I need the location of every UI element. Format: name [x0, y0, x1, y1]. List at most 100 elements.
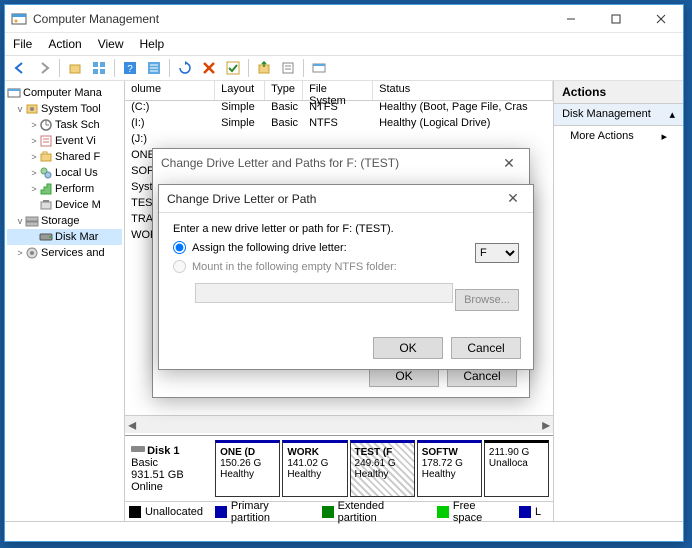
partition[interactable]: SOFTW178.72 GHealthy	[417, 440, 482, 497]
legend-swatch	[437, 506, 449, 518]
table-row[interactable]: (C:)SimpleBasicNTFSHealthy (Boot, Page F…	[125, 101, 553, 117]
cancel-button[interactable]: Cancel	[451, 337, 521, 359]
tree-item[interactable]: >Perform	[7, 181, 122, 197]
refresh-icon[interactable]	[174, 57, 196, 79]
legend-label: Extended partition	[338, 500, 425, 524]
list-icon[interactable]	[143, 57, 165, 79]
partition[interactable]: 211.90 GUnalloca	[484, 440, 549, 497]
disk-icon	[131, 444, 145, 457]
toolbar-separator	[303, 59, 304, 77]
tree-item[interactable]: >Services and	[7, 245, 122, 261]
col-status[interactable]: Status	[373, 81, 553, 100]
tree-icon	[39, 150, 53, 164]
disk-info: Disk 1 Basic 931.51 GB Online	[129, 440, 211, 497]
settings-icon[interactable]	[308, 57, 330, 79]
actions-panel: Actions Disk Management ▴ More Actions ▸	[553, 81, 683, 521]
maximize-button[interactable]	[593, 5, 638, 33]
menu-file[interactable]: File	[13, 37, 32, 51]
legend-label: L	[535, 506, 541, 518]
actions-header: Actions	[554, 81, 683, 104]
delete-icon[interactable]	[198, 57, 220, 79]
table-row[interactable]: (J:)	[125, 133, 553, 149]
close-icon[interactable]: ✕	[501, 187, 525, 211]
window-title: Computer Management	[33, 12, 548, 26]
close-icon[interactable]: ✕	[497, 151, 521, 175]
actions-section[interactable]: Disk Management ▴	[554, 104, 683, 126]
mount-folder-radio[interactable]	[173, 260, 186, 273]
folder-path-input	[195, 283, 453, 303]
partition-row: ONE (D150.26 GHealthyWORK141.02 GHealthy…	[215, 440, 549, 497]
titlebar: Computer Management	[5, 5, 683, 33]
col-layout[interactable]: Layout	[215, 81, 265, 100]
drive-letter-select[interactable]: F	[475, 243, 519, 263]
tree-icon	[25, 214, 39, 228]
menu-help[interactable]: Help	[140, 37, 165, 51]
properties-icon[interactable]	[277, 57, 299, 79]
chevron-right-icon: ▸	[661, 130, 667, 143]
toolbar-separator	[114, 59, 115, 77]
window-controls	[548, 5, 683, 33]
tree-icon	[39, 134, 53, 148]
minimize-button[interactable]	[548, 5, 593, 33]
svg-text:?: ?	[127, 64, 133, 75]
assign-letter-option[interactable]: Assign the following drive letter:	[173, 241, 519, 254]
tree-icon	[39, 230, 53, 244]
dialog-titlebar: Change Drive Letter and Paths for F: (TE…	[153, 149, 529, 177]
tree-root[interactable]: Computer Mana	[7, 85, 122, 101]
assign-letter-radio[interactable]	[173, 241, 186, 254]
app-icon	[11, 11, 27, 27]
col-fs[interactable]: File System	[303, 81, 373, 100]
toolbar-separator	[59, 59, 60, 77]
browse-button: Browse...	[455, 289, 519, 311]
dialog-prompt: Enter a new drive letter or path for F: …	[173, 223, 519, 235]
export-icon[interactable]	[253, 57, 275, 79]
tree-icon	[39, 182, 53, 196]
col-type[interactable]: Type	[265, 81, 303, 100]
tree-item[interactable]: >Local Us	[7, 165, 122, 181]
tree-item[interactable]: Disk Mar	[7, 229, 122, 245]
h-scrollbar[interactable]: ◂ ▸	[125, 415, 553, 433]
statusbar	[5, 521, 683, 541]
tree-icon	[25, 246, 39, 260]
legend-label: Free space	[453, 500, 507, 524]
collapse-icon: ▴	[669, 108, 675, 121]
partition[interactable]: ONE (D150.26 GHealthy	[215, 440, 280, 497]
legend-swatch	[215, 506, 227, 518]
table-row[interactable]: (I:)SimpleBasicNTFSHealthy (Logical Driv…	[125, 117, 553, 133]
help-icon[interactable]: ?	[119, 57, 141, 79]
more-actions[interactable]: More Actions ▸	[554, 126, 683, 147]
close-button[interactable]	[638, 5, 683, 33]
tree-icon	[25, 102, 39, 116]
forward-button[interactable]	[33, 57, 55, 79]
ok-button[interactable]: OK	[373, 337, 443, 359]
legend-label: Unallocated	[145, 506, 203, 518]
legend: UnallocatedPrimary partitionExtended par…	[125, 501, 553, 521]
tree-icon	[39, 166, 53, 180]
col-volume[interactable]: olume	[125, 81, 215, 100]
tree-item[interactable]: >Event Vi	[7, 133, 122, 149]
tree-item[interactable]: Device M	[7, 197, 122, 213]
partition[interactable]: TEST (F249.61 GHealthy	[350, 440, 415, 497]
toolbar-separator	[248, 59, 249, 77]
tree-icon	[39, 198, 53, 212]
tree-icon	[39, 118, 53, 132]
back-button[interactable]	[9, 57, 31, 79]
tree-item[interactable]: vSystem Tool	[7, 101, 122, 117]
dialog-titlebar: Change Drive Letter or Path ✕	[159, 185, 533, 213]
toolbar: ?	[5, 55, 683, 81]
computer-icon	[7, 86, 21, 100]
menu-action[interactable]: Action	[48, 37, 81, 51]
tree-item[interactable]: >Task Sch	[7, 117, 122, 133]
view-icon[interactable]	[88, 57, 110, 79]
tree-item[interactable]: vStorage	[7, 213, 122, 229]
mount-folder-option[interactable]: Mount in the following empty NTFS folder…	[173, 260, 519, 273]
up-button[interactable]	[64, 57, 86, 79]
dialog-buttons: OK Cancel	[373, 337, 521, 359]
partition[interactable]: WORK141.02 GHealthy	[282, 440, 347, 497]
tree-item[interactable]: >Shared F	[7, 149, 122, 165]
grid-header: olume Layout Type File System Status	[125, 81, 553, 101]
legend-swatch	[129, 506, 141, 518]
menu-view[interactable]: View	[98, 37, 124, 51]
menubar: File Action View Help	[5, 33, 683, 55]
check-icon[interactable]	[222, 57, 244, 79]
